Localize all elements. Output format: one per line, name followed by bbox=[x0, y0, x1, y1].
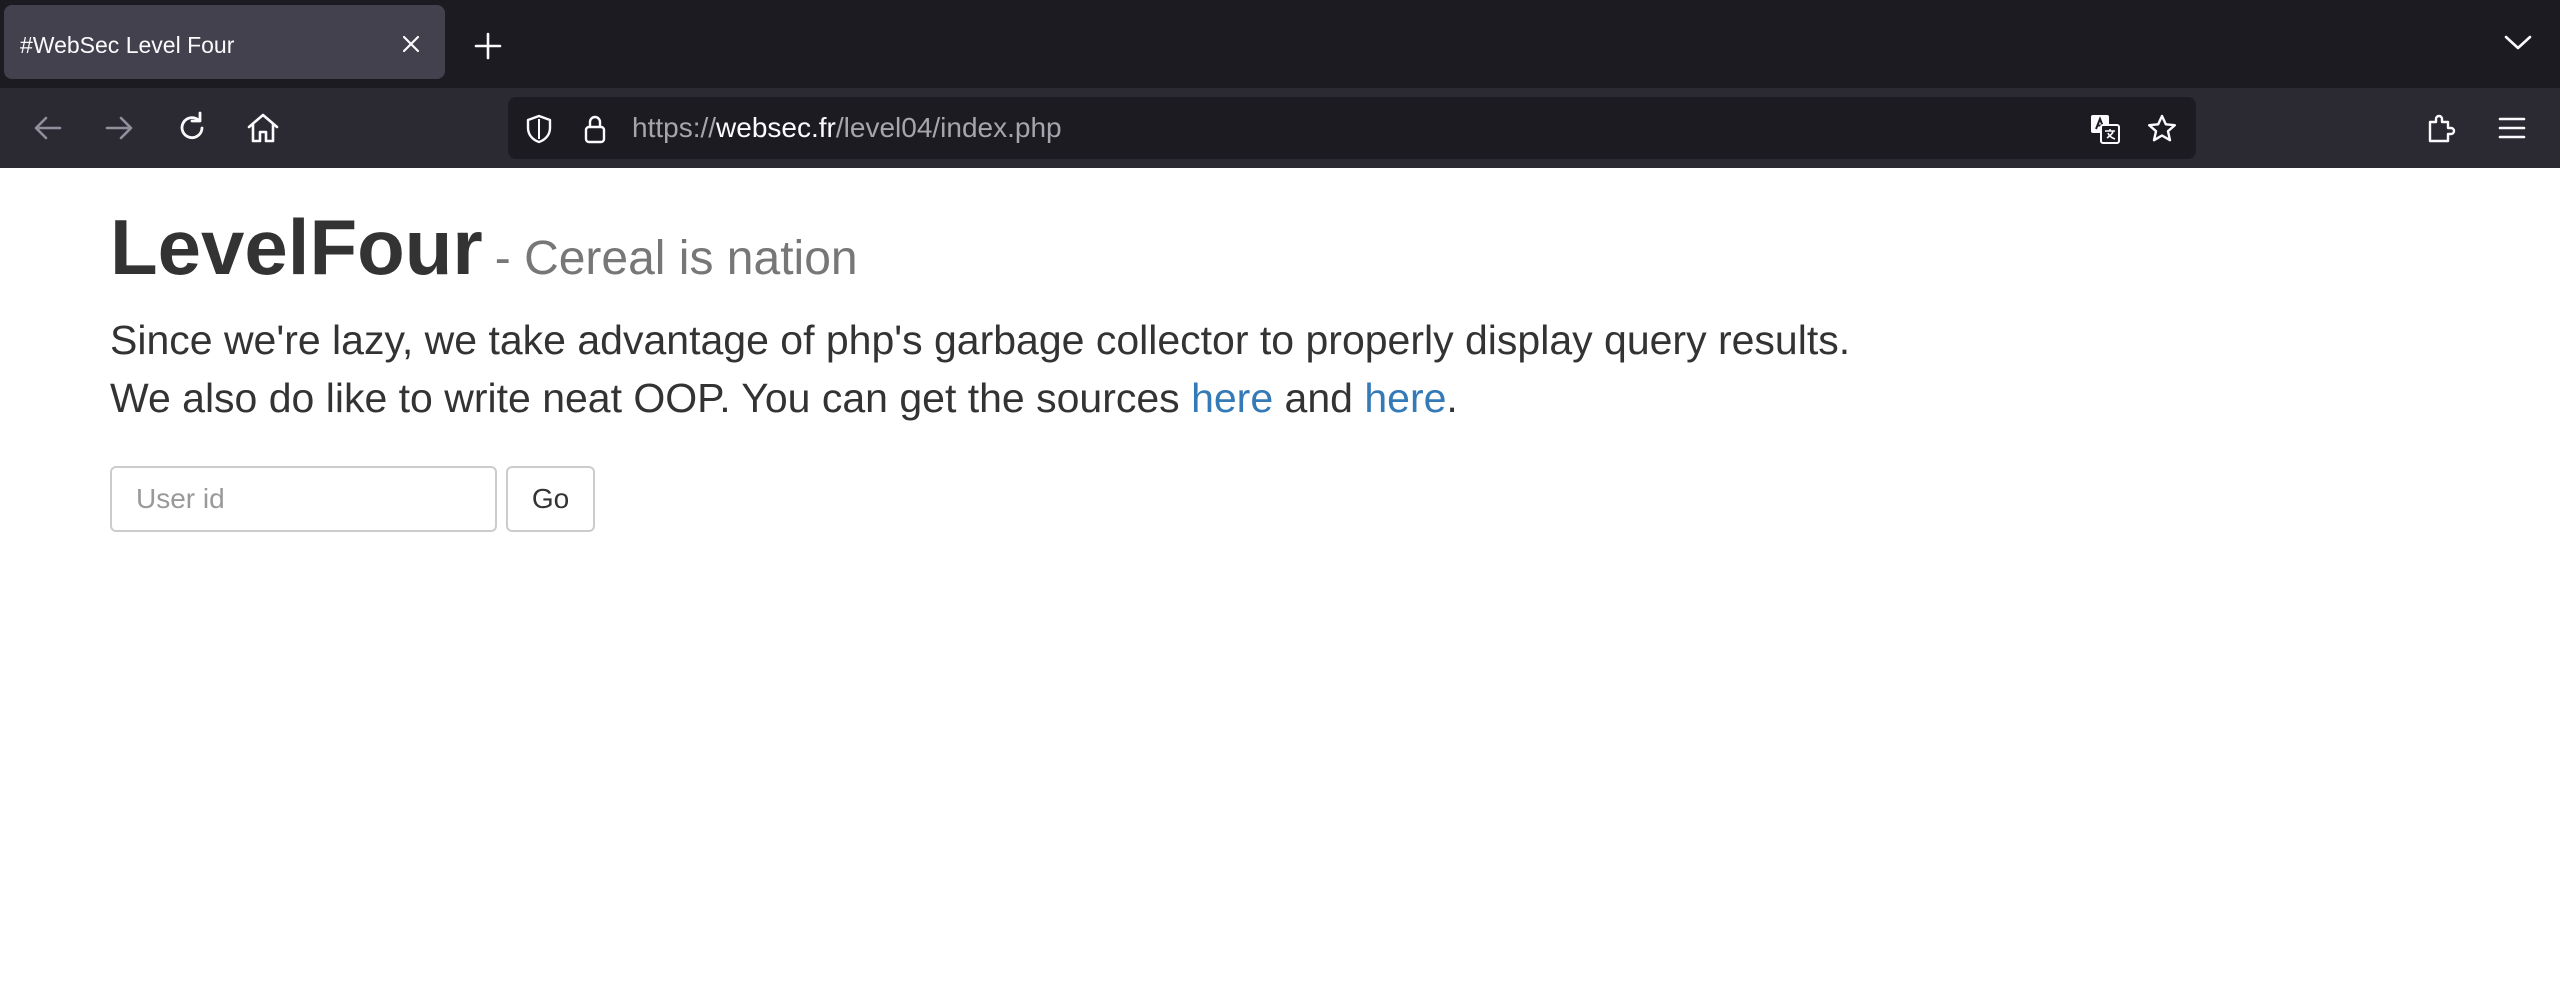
page-title: LevelFour - Cereal is nation bbox=[110, 208, 858, 286]
user-id-input[interactable] bbox=[110, 466, 497, 532]
tracking-protection-shield-icon[interactable] bbox=[522, 112, 556, 146]
description-line-2: We also do like to write neat OOP. You c… bbox=[110, 375, 1192, 421]
menu-icon[interactable] bbox=[2492, 108, 2532, 148]
source-link-2[interactable]: here bbox=[1364, 375, 1446, 421]
description-period: . bbox=[1446, 375, 1458, 421]
navigation-toolbar: https://websec.fr/level04/index.php bbox=[0, 88, 2560, 168]
reload-icon[interactable] bbox=[172, 108, 212, 148]
bookmark-star-icon[interactable] bbox=[2145, 112, 2179, 146]
list-all-tabs-icon[interactable] bbox=[2503, 32, 2533, 52]
page-title-text: LevelFour bbox=[110, 203, 483, 291]
extensions-icon[interactable] bbox=[2421, 108, 2461, 148]
forward-icon[interactable] bbox=[99, 108, 139, 148]
tab-title: #WebSec Level Four bbox=[20, 32, 235, 58]
go-button[interactable]: Go bbox=[506, 466, 595, 532]
active-tab[interactable]: #WebSec Level Four bbox=[4, 5, 445, 79]
back-icon[interactable] bbox=[28, 108, 68, 148]
tab-strip: #WebSec Level Four bbox=[0, 0, 2560, 88]
description-and: and bbox=[1273, 375, 1365, 421]
url-host: websec.fr bbox=[716, 112, 836, 143]
translate-icon[interactable] bbox=[2088, 112, 2122, 146]
close-tab-icon[interactable] bbox=[399, 32, 423, 56]
description-line-1: Since we're lazy, we take advantage of p… bbox=[110, 317, 1851, 363]
url-path: /level04/index.php bbox=[835, 112, 1062, 143]
home-icon[interactable] bbox=[243, 108, 283, 148]
url-bar[interactable]: https://websec.fr/level04/index.php bbox=[508, 97, 2196, 159]
new-tab-icon[interactable] bbox=[472, 30, 504, 62]
url-text[interactable]: https://websec.fr/level04/index.php bbox=[632, 97, 1062, 159]
source-link-1[interactable]: here bbox=[1191, 375, 1273, 421]
url-scheme: https:// bbox=[632, 112, 717, 143]
lock-icon[interactable] bbox=[578, 112, 612, 146]
description: Since we're lazy, we take advantage of p… bbox=[110, 311, 1850, 427]
page-subtitle: - Cereal is nation bbox=[494, 232, 858, 285]
